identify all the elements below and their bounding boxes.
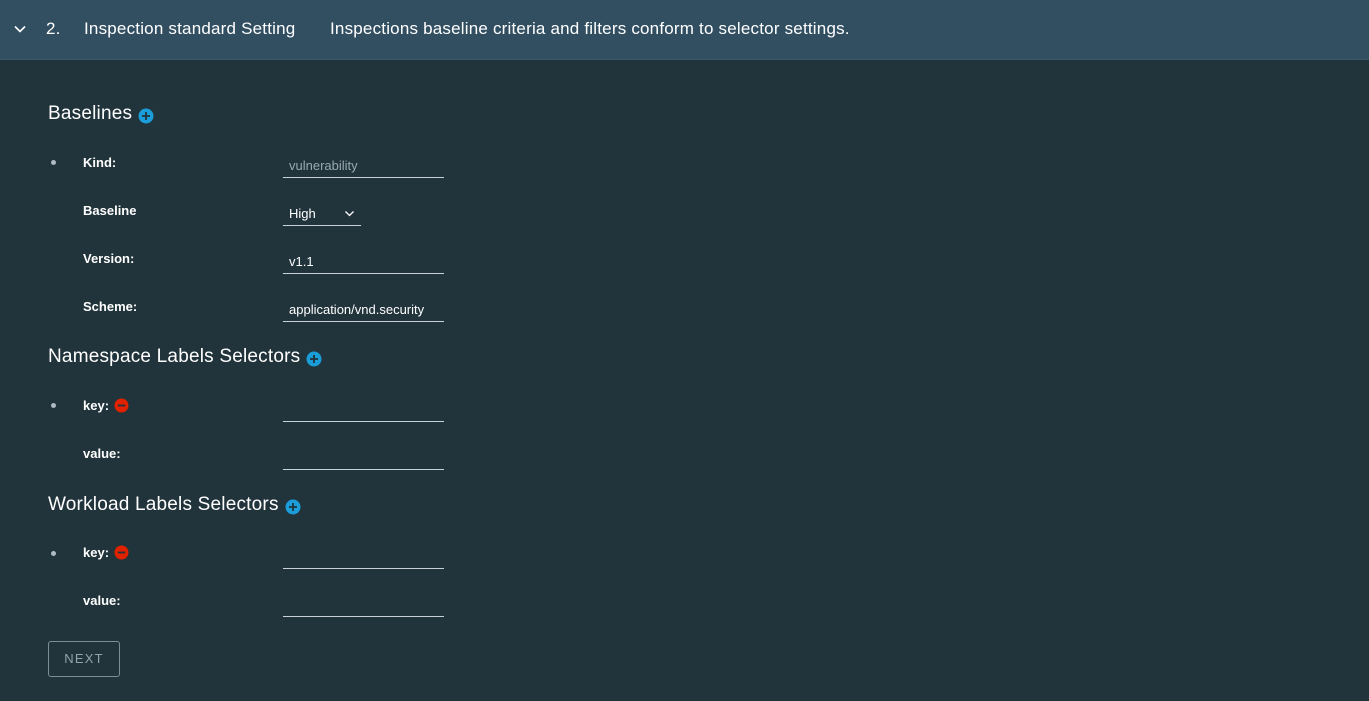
workload-value-field[interactable]	[283, 593, 444, 617]
step-description: Inspections baseline criteria and filter…	[330, 19, 850, 38]
namespace-key-label-text: key:	[83, 398, 110, 413]
namespace-key-field[interactable]	[283, 398, 444, 422]
add-baseline-icon[interactable]	[138, 108, 154, 124]
workload-selectors-title: Workload Labels Selectors	[48, 494, 279, 515]
kind-field[interactable]	[283, 154, 444, 178]
next-button[interactable]: NEXT	[48, 641, 120, 677]
namespace-selectors-title: Namespace Labels Selectors	[48, 346, 301, 367]
step-number: 2.	[46, 19, 61, 38]
list-bullet	[51, 160, 56, 165]
scheme-field[interactable]	[283, 298, 444, 322]
version-field[interactable]	[283, 250, 444, 274]
chevron-down-icon	[345, 211, 354, 217]
baselines-section-title: Baselines	[48, 103, 154, 125]
add-namespace-selector-icon[interactable]	[306, 351, 322, 367]
kind-label: Kind:	[83, 155, 117, 170]
list-bullet	[51, 403, 56, 408]
namespace-key-label: key:	[83, 398, 129, 413]
scheme-label: Scheme:	[83, 299, 138, 314]
add-workload-selector-icon[interactable]	[285, 499, 301, 515]
baseline-select-value: High	[289, 205, 316, 221]
workload-key-label-text: key:	[83, 545, 110, 560]
step-title: Inspection standard Setting	[84, 19, 296, 38]
baseline-label: Baseline	[83, 203, 137, 218]
namespace-value-field[interactable]	[283, 446, 444, 470]
workload-key-field[interactable]	[283, 545, 444, 569]
baseline-select[interactable]: High	[283, 202, 361, 226]
namespace-value-label: value:	[83, 446, 121, 461]
baselines-title: Baselines	[48, 103, 133, 124]
chevron-down-icon[interactable]	[13, 22, 27, 36]
list-bullet	[51, 551, 56, 556]
workload-key-label: key:	[83, 545, 129, 560]
workload-value-label: value:	[83, 593, 121, 608]
step-header[interactable]: 2. Inspection standard Setting Inspectio…	[0, 0, 1369, 60]
namespace-selectors-section-title: Namespace Labels Selectors	[48, 346, 322, 368]
remove-namespace-selector-icon[interactable]	[114, 398, 129, 413]
workload-selectors-section-title: Workload Labels Selectors	[48, 494, 301, 516]
remove-workload-selector-icon[interactable]	[114, 545, 129, 560]
version-label: Version:	[83, 251, 135, 266]
